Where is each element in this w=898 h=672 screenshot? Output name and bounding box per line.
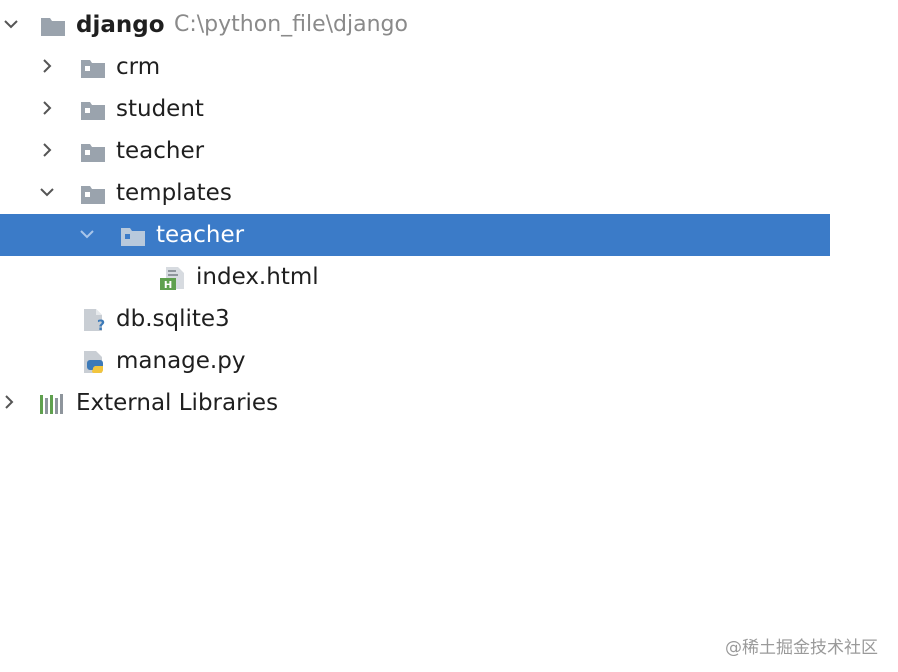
folder-icon <box>120 224 146 248</box>
chevron-down-icon[interactable] <box>78 225 96 243</box>
tree-item-label: student <box>116 96 204 122</box>
unknown-file-icon: ? <box>82 308 108 332</box>
folder-icon <box>80 182 106 206</box>
tree-item-label: teacher <box>116 138 205 164</box>
chevron-down-icon[interactable] <box>38 183 56 201</box>
chevron-right-icon[interactable] <box>0 393 18 411</box>
chevron-right-icon[interactable] <box>38 57 56 75</box>
watermark-text: @稀土掘金技术社区 <box>725 638 878 658</box>
project-path: C:\python_file\django <box>174 12 408 37</box>
svg-text:H: H <box>164 280 172 290</box>
tree-item-label: django <box>76 12 165 38</box>
chevron-down-icon[interactable] <box>2 15 20 33</box>
tree-row-db-sqlite3[interactable]: ? db.sqlite3 <box>0 298 830 340</box>
folder-icon <box>80 140 106 164</box>
tree-item-label: External Libraries <box>76 390 279 416</box>
tree-row-templates[interactable]: templates <box>0 172 830 214</box>
tree-row-index-html[interactable]: H index.html <box>0 256 830 298</box>
tree-row-student[interactable]: student <box>0 88 830 130</box>
tree-item-label: db.sqlite3 <box>116 306 230 332</box>
folder-icon <box>80 56 106 80</box>
project-tree: django C:\python_file\django crm student… <box>0 4 898 424</box>
svg-text:?: ? <box>97 318 105 332</box>
tree-row-teacher[interactable]: teacher <box>0 130 830 172</box>
tree-row-templates-teacher[interactable]: teacher <box>0 214 830 256</box>
tree-row-manage-py[interactable]: manage.py <box>0 340 830 382</box>
tree-item-label: crm <box>116 54 161 80</box>
chevron-right-icon[interactable] <box>38 141 56 159</box>
tree-item-label: manage.py <box>116 348 246 374</box>
folder-icon <box>80 98 106 122</box>
tree-item-label: teacher <box>156 222 245 248</box>
tree-row-django[interactable]: django C:\python_file\django <box>0 4 830 46</box>
chevron-right-icon[interactable] <box>38 99 56 117</box>
python-file-icon <box>82 350 108 374</box>
tree-row-crm[interactable]: crm <box>0 46 830 88</box>
tree-item-label: index.html <box>196 264 319 290</box>
libraries-icon <box>38 392 64 416</box>
tree-item-label: templates <box>116 180 232 206</box>
folder-icon <box>40 14 66 38</box>
tree-row-external-libraries[interactable]: External Libraries <box>0 382 830 424</box>
html-file-icon: H <box>160 266 186 290</box>
